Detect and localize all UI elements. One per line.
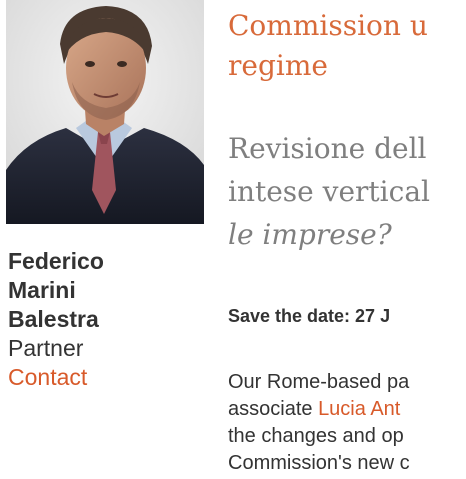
- body-line-2-prefix: associate: [228, 398, 319, 420]
- partner-name-line-3: Balestra: [8, 306, 99, 332]
- subhead-italic-line: le imprese?: [228, 218, 392, 251]
- partner-name-line-1: Federico: [8, 248, 104, 274]
- save-the-date: Save the date: 27 J: [228, 306, 391, 326]
- body-line-2: associate Lucia Ant: [228, 396, 466, 423]
- body-line-4: Commission's new c: [228, 452, 410, 474]
- article-headline: Commission u regime: [228, 9, 428, 82]
- subhead-line-2: intese vertical: [228, 175, 430, 208]
- body-line-1: Our Rome-based pa: [228, 371, 410, 393]
- contact-link[interactable]: Contact: [8, 363, 198, 392]
- associate-link[interactable]: Lucia Ant: [318, 398, 400, 420]
- body-line-3: the changes and op: [228, 425, 404, 447]
- subhead-line-1: Revisione dell: [228, 132, 427, 165]
- article-body: Our Rome-based pa associate Lucia Ant th…: [228, 369, 466, 477]
- portrait-photo-icon: [6, 0, 204, 224]
- partner-role: Partner: [8, 335, 84, 361]
- partner-photo: [6, 0, 204, 224]
- page: Federico Marini Balestra Partner Contact…: [0, 0, 466, 479]
- article-subhead: Revisione dell intese vertical le impres…: [228, 127, 466, 256]
- partner-profile: Federico Marini Balestra Partner Contact: [8, 247, 198, 392]
- partner-name-line-2: Marini: [8, 277, 76, 303]
